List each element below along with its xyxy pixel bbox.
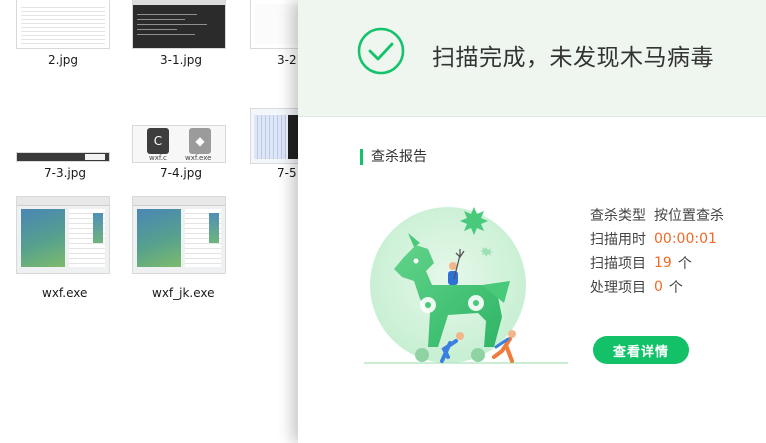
file-thumbnail	[16, 152, 110, 162]
file-label: wxf.c	[149, 154, 167, 162]
file-name: 3-1.jpg	[160, 53, 202, 67]
file-name: 7-5	[277, 166, 297, 180]
file-thumbnail	[250, 0, 298, 49]
row-unit: 个	[668, 280, 683, 296]
file-name: wxf.exe	[42, 286, 88, 300]
row-label: 查杀类型	[590, 208, 646, 224]
row-label: 处理项目	[590, 280, 646, 296]
app-window-preview	[17, 197, 109, 273]
report-details: 查杀类型 按位置查杀 扫描用时 00:00:01 扫描项目 19 个 处理项目 …	[590, 203, 724, 299]
scan-result-panel: 扫描完成，未发现木马病毒 查杀报告 查杀类型 按位置查杀 扫描用时 00:00:…	[298, 0, 766, 443]
report-row-handled-items: 处理项目 0 个	[590, 275, 724, 299]
file-label: wxf.exe	[185, 154, 212, 162]
file-item-7-5[interactable]: 7-5	[246, 108, 298, 184]
file-name: 7-4.jpg	[160, 166, 202, 180]
file-name: 2.jpg	[48, 53, 79, 67]
file-thumbnail	[250, 108, 298, 164]
file-name: wxf_jk.exe	[152, 286, 215, 300]
trojan-horse-illustration	[364, 207, 568, 364]
file-thumbnail	[132, 0, 226, 49]
file-item-2jpg[interactable]: 2.jpg	[10, 0, 114, 75]
view-details-button[interactable]: 查看详情	[593, 336, 689, 364]
file-item-wxf-jk-exe[interactable]: wxf_jk.exe	[126, 196, 230, 302]
row-value: 00:00:01	[654, 231, 717, 247]
file-item-3-2[interactable]: 3-2	[246, 0, 298, 75]
row-unit: 个	[677, 256, 692, 272]
file-item-7-4jpg[interactable]: C ◆ wxf.c wxf.exe 7-4.jpg	[126, 120, 230, 184]
file-item-3-1jpg[interactable]: 3-1.jpg	[126, 0, 230, 75]
result-header: 扫描完成，未发现木马病毒	[298, 0, 766, 117]
file-thumbnail	[132, 196, 226, 274]
file-item-7-3jpg[interactable]: 7-3.jpg	[10, 120, 114, 184]
terminal-preview	[133, 0, 225, 48]
report-row-scan-time: 扫描用时 00:00:01	[590, 227, 724, 251]
c-file-icon: C	[147, 128, 169, 154]
file-thumbnail	[16, 196, 110, 274]
row-value: 0	[654, 279, 663, 295]
document-preview	[21, 4, 105, 44]
report-row-scanned-items: 扫描项目 19 个	[590, 251, 724, 275]
file-thumbnail: C ◆ wxf.c wxf.exe	[132, 125, 226, 163]
file-thumbnail	[16, 0, 110, 49]
file-item-wxf-exe[interactable]: wxf.exe	[10, 196, 114, 302]
scan-result-title: 扫描完成，未发现木马病毒	[432, 45, 714, 71]
document-preview	[255, 4, 298, 44]
exe-file-icon: ◆	[189, 128, 211, 154]
report-heading: 查杀报告	[360, 149, 427, 165]
file-name: 3-2	[277, 53, 297, 67]
row-value: 按位置查杀	[654, 208, 724, 224]
row-value: 19	[654, 255, 672, 271]
file-name: 7-3.jpg	[44, 166, 86, 180]
row-label: 扫描用时	[590, 232, 646, 248]
check-circle-icon	[357, 27, 405, 75]
app-window-preview	[133, 197, 225, 273]
row-label: 扫描项目	[590, 256, 646, 272]
file-explorer: 2.jpg 3-1.jpg 3-2 7-3.jpg C ◆ wxf.c wxf.…	[0, 0, 298, 443]
report-row-scan-type: 查杀类型 按位置查杀	[590, 203, 724, 227]
